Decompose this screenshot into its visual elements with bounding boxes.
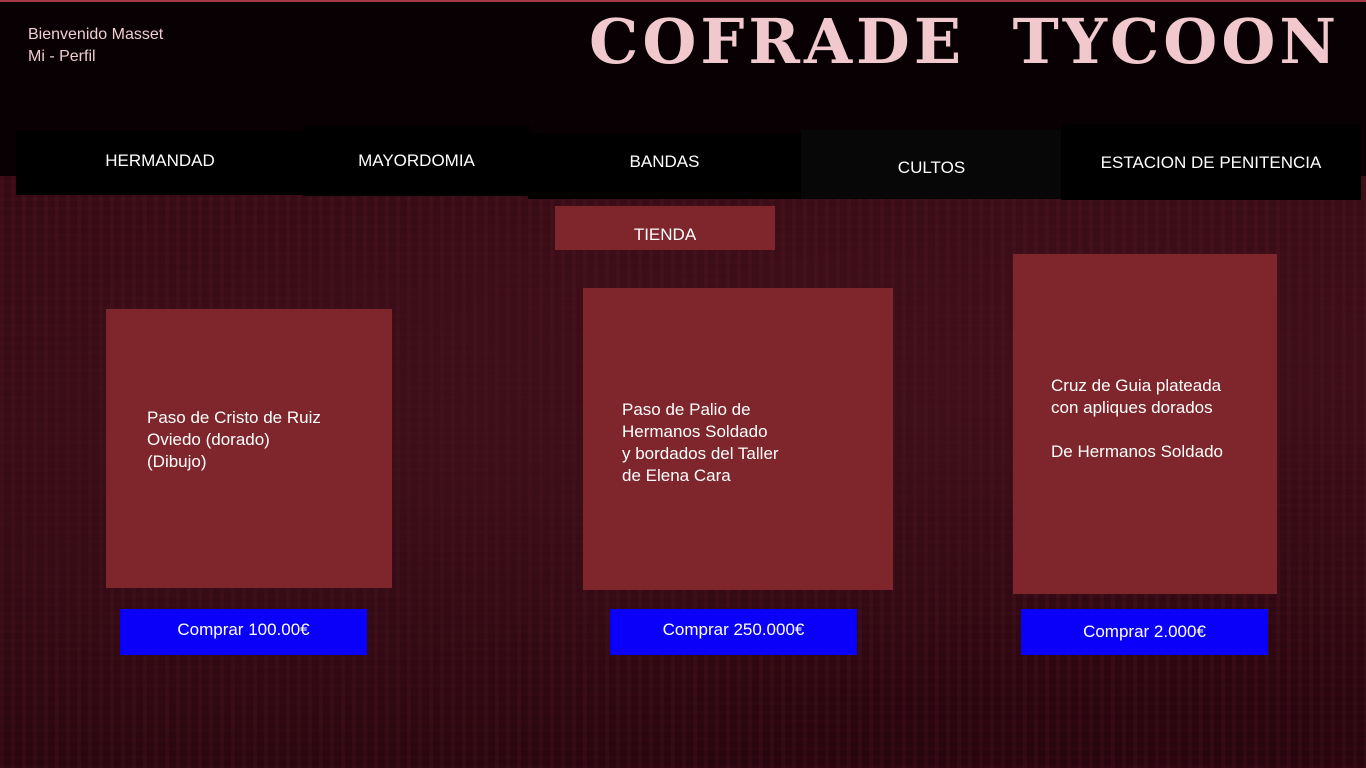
product-card-paso-de-palio: Paso de Palio de Hermanos Soldado y bord… [583,288,893,590]
nav-item-label: BANDAS [629,152,700,171]
nav-item-mayordomia[interactable]: MAYORDOMIA [303,125,530,196]
buy-button-cruz-de-guia[interactable]: Comprar 2.000€ [1021,609,1268,655]
nav-item-label: CULTOS [897,158,966,177]
product-description: Paso de Cristo de Ruiz Oviedo (dorado) (… [147,408,321,471]
nav-item-label: TIENDA [633,225,697,244]
nav-item-bandas[interactable]: BANDAS [528,133,801,199]
nav-item-label: HERMANDAD [105,151,215,170]
buy-button-paso-de-cristo[interactable]: Comprar 100.00€ [120,609,367,655]
nav-item-estacion-de-penitencia[interactable]: ESTACION DE PENITENCIA [1061,124,1361,200]
nav-item-hermandad[interactable]: HERMANDAD [16,131,304,195]
nav-item-tienda[interactable]: TIENDA [555,206,775,250]
nav-item-label: ESTACION DE PENITENCIA [1100,153,1322,172]
nav-item-label: MAYORDOMIA [358,151,475,170]
product-card-paso-de-cristo: Paso de Cristo de Ruiz Oviedo (dorado) (… [106,309,392,588]
product-description: Cruz de Guia plateada con apliques dorad… [1051,376,1223,461]
product-description: Paso de Palio de Hermanos Soldado y bord… [622,400,779,485]
profile-link[interactable]: Mi - Perfil [28,47,96,66]
product-card-cruz-de-guia: Cruz de Guia plateada con apliques dorad… [1013,254,1277,594]
buy-button-paso-de-palio[interactable]: Comprar 250.000€ [610,609,857,655]
site-title: COFRADE TYCOON [589,5,1340,78]
user-greeting: Bienvenido Masset [28,26,164,43]
nav-item-cultos[interactable]: CULTOS [801,130,1062,199]
